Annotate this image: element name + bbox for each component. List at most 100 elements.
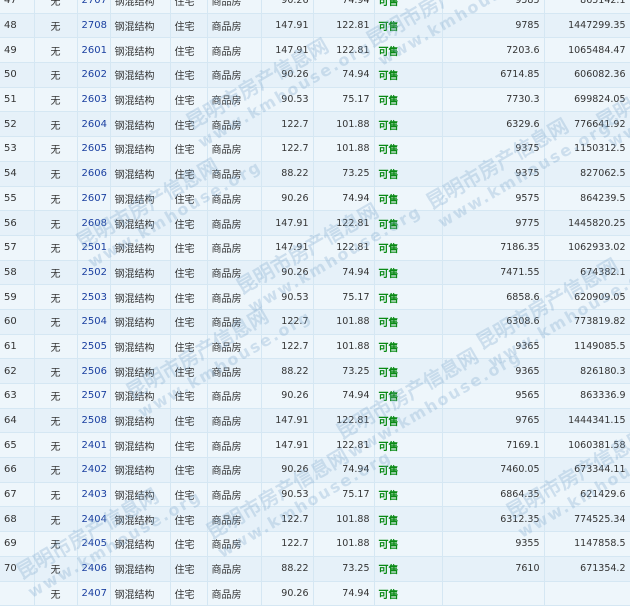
total-price: 1149085.5: [544, 334, 630, 360]
row-index: 67: [0, 482, 35, 508]
room-number-link[interactable]: 2402: [77, 457, 111, 483]
building-unit: 无: [34, 186, 78, 212]
room-number-link[interactable]: 2602: [77, 62, 111, 88]
floor-area: 90.26: [261, 0, 314, 14]
structure-type: 钢混结构: [110, 358, 171, 384]
house-type: 商品房: [207, 136, 262, 162]
house-type: 商品房: [207, 531, 262, 557]
sale-status: 可售: [374, 531, 443, 557]
room-number-link[interactable]: 2503: [77, 284, 111, 310]
row-index: 57: [0, 235, 35, 261]
building-unit: 无: [34, 136, 78, 162]
room-number-link[interactable]: 2405: [77, 531, 111, 557]
building-unit: 无: [34, 37, 78, 64]
floor-area: 122.7: [261, 334, 314, 360]
house-type: 商品房: [207, 581, 262, 606]
room-number-link[interactable]: 2507: [77, 383, 111, 409]
inner-area: 101.88: [313, 136, 375, 162]
structure-type: 钢混结构: [110, 581, 171, 606]
unit-price: 7730.3: [442, 87, 545, 113]
room-number-link[interactable]: 2401: [77, 432, 111, 459]
usage: 住宅: [170, 334, 208, 360]
unit-price: 7460.05: [442, 457, 545, 483]
table-row: 58 无 2502 钢混结构 住宅 商品房 90.26 74.94 可售 7471.55 67438…: [0, 260, 630, 286]
sale-status: 可售: [374, 0, 443, 14]
floor-area: 122.7: [261, 531, 314, 557]
room-number-link[interactable]: 2606: [77, 161, 111, 187]
floor-area: 88.22: [261, 556, 314, 582]
building-unit: 无: [34, 0, 78, 14]
floor-area: 90.53: [261, 284, 314, 310]
table-row: 65 无 2401 钢混结构 住宅 商品房 147.91 122.81 可售 7169.1 1060…: [0, 432, 630, 459]
structure-type: 钢混结构: [110, 284, 171, 310]
house-type: 商品房: [207, 482, 262, 508]
sale-status: 可售: [374, 260, 443, 286]
sale-status: 可售: [374, 309, 443, 335]
unit-table: 47 无 2707 钢混结构 住宅 商品房 90.26 74.94 可售 9585 865142.1…: [0, 0, 630, 606]
floor-area: 147.91: [261, 432, 314, 459]
room-number-link[interactable]: 2508: [77, 408, 111, 434]
house-type: 商品房: [207, 334, 262, 360]
unit-price: 6864.35: [442, 482, 545, 508]
room-number-link[interactable]: 2605: [77, 136, 111, 162]
floor-area: 90.53: [261, 87, 314, 113]
usage: 住宅: [170, 186, 208, 212]
sale-status: 可售: [374, 581, 443, 606]
sale-status: 可售: [374, 37, 443, 64]
inner-area: 74.94: [313, 0, 375, 14]
building-unit: 无: [34, 556, 78, 582]
room-number-link[interactable]: 2708: [77, 13, 111, 39]
unit-price: 9375: [442, 161, 545, 187]
room-number-link[interactable]: 2502: [77, 260, 111, 286]
usage: 住宅: [170, 0, 208, 14]
structure-type: 钢混结构: [110, 457, 171, 483]
table-row: 57 无 2501 钢混结构 住宅 商品房 147.91 122.81 可售 7186.35 106…: [0, 235, 630, 261]
usage: 住宅: [170, 408, 208, 434]
row-index: 55: [0, 186, 35, 212]
sale-status: 可售: [374, 62, 443, 88]
total-price: 1060381.58: [544, 432, 630, 459]
table-row: 49 无 2601 钢混结构 住宅 商品房 147.91 122.81 可售 7203.6 1065…: [0, 37, 630, 64]
sale-status: 可售: [374, 136, 443, 162]
inner-area: 73.25: [313, 358, 375, 384]
table-row: 53 无 2605 钢混结构 住宅 商品房 122.7 101.88 可售 9375 1150312…: [0, 136, 630, 162]
total-price: 620909.05: [544, 284, 630, 310]
room-number-link[interactable]: 2505: [77, 334, 111, 360]
usage: 住宅: [170, 111, 208, 138]
row-index: 51: [0, 87, 35, 113]
usage: 住宅: [170, 506, 208, 533]
inner-area: 122.81: [313, 235, 375, 261]
room-number-link[interactable]: 2501: [77, 235, 111, 261]
usage: 住宅: [170, 87, 208, 113]
table-row: 68 无 2404 钢混结构 住宅 商品房 122.7 101.88 可售 6312.35 7745…: [0, 506, 630, 533]
room-number-link[interactable]: 2403: [77, 482, 111, 508]
room-number-link[interactable]: 2707: [77, 0, 111, 14]
room-number-link[interactable]: 2608: [77, 210, 111, 236]
building-unit: 无: [34, 161, 78, 187]
room-number-link[interactable]: 2406: [77, 556, 111, 582]
house-type: 商品房: [207, 358, 262, 384]
inner-area: 122.81: [313, 13, 375, 39]
table-row: 63 无 2507 钢混结构 住宅 商品房 90.26 74.94 可售 9565 863336.9: [0, 383, 630, 409]
total-price: 863336.9: [544, 383, 630, 409]
room-number-link[interactable]: 2607: [77, 186, 111, 212]
usage: 住宅: [170, 309, 208, 335]
room-number-link[interactable]: 2407: [77, 581, 111, 606]
room-number-link[interactable]: 2504: [77, 309, 111, 335]
inner-area: 74.94: [313, 62, 375, 88]
house-type: 商品房: [207, 408, 262, 434]
room-number-link[interactable]: 2601: [77, 37, 111, 64]
unit-price: 9355: [442, 531, 545, 557]
table-row: 62 无 2506 钢混结构 住宅 商品房 88.22 73.25 可售 9365 826180.3: [0, 358, 630, 384]
floor-area: 122.7: [261, 111, 314, 138]
room-number-link[interactable]: 2506: [77, 358, 111, 384]
inner-area: 74.94: [313, 186, 375, 212]
room-number-link[interactable]: 2604: [77, 111, 111, 138]
room-number-link[interactable]: 2404: [77, 506, 111, 533]
unit-price: 6329.6: [442, 111, 545, 138]
usage: 住宅: [170, 235, 208, 261]
floor-area: 147.91: [261, 37, 314, 64]
structure-type: 钢混结构: [110, 531, 171, 557]
room-number-link[interactable]: 2603: [77, 87, 111, 113]
building-unit: 无: [34, 358, 78, 384]
